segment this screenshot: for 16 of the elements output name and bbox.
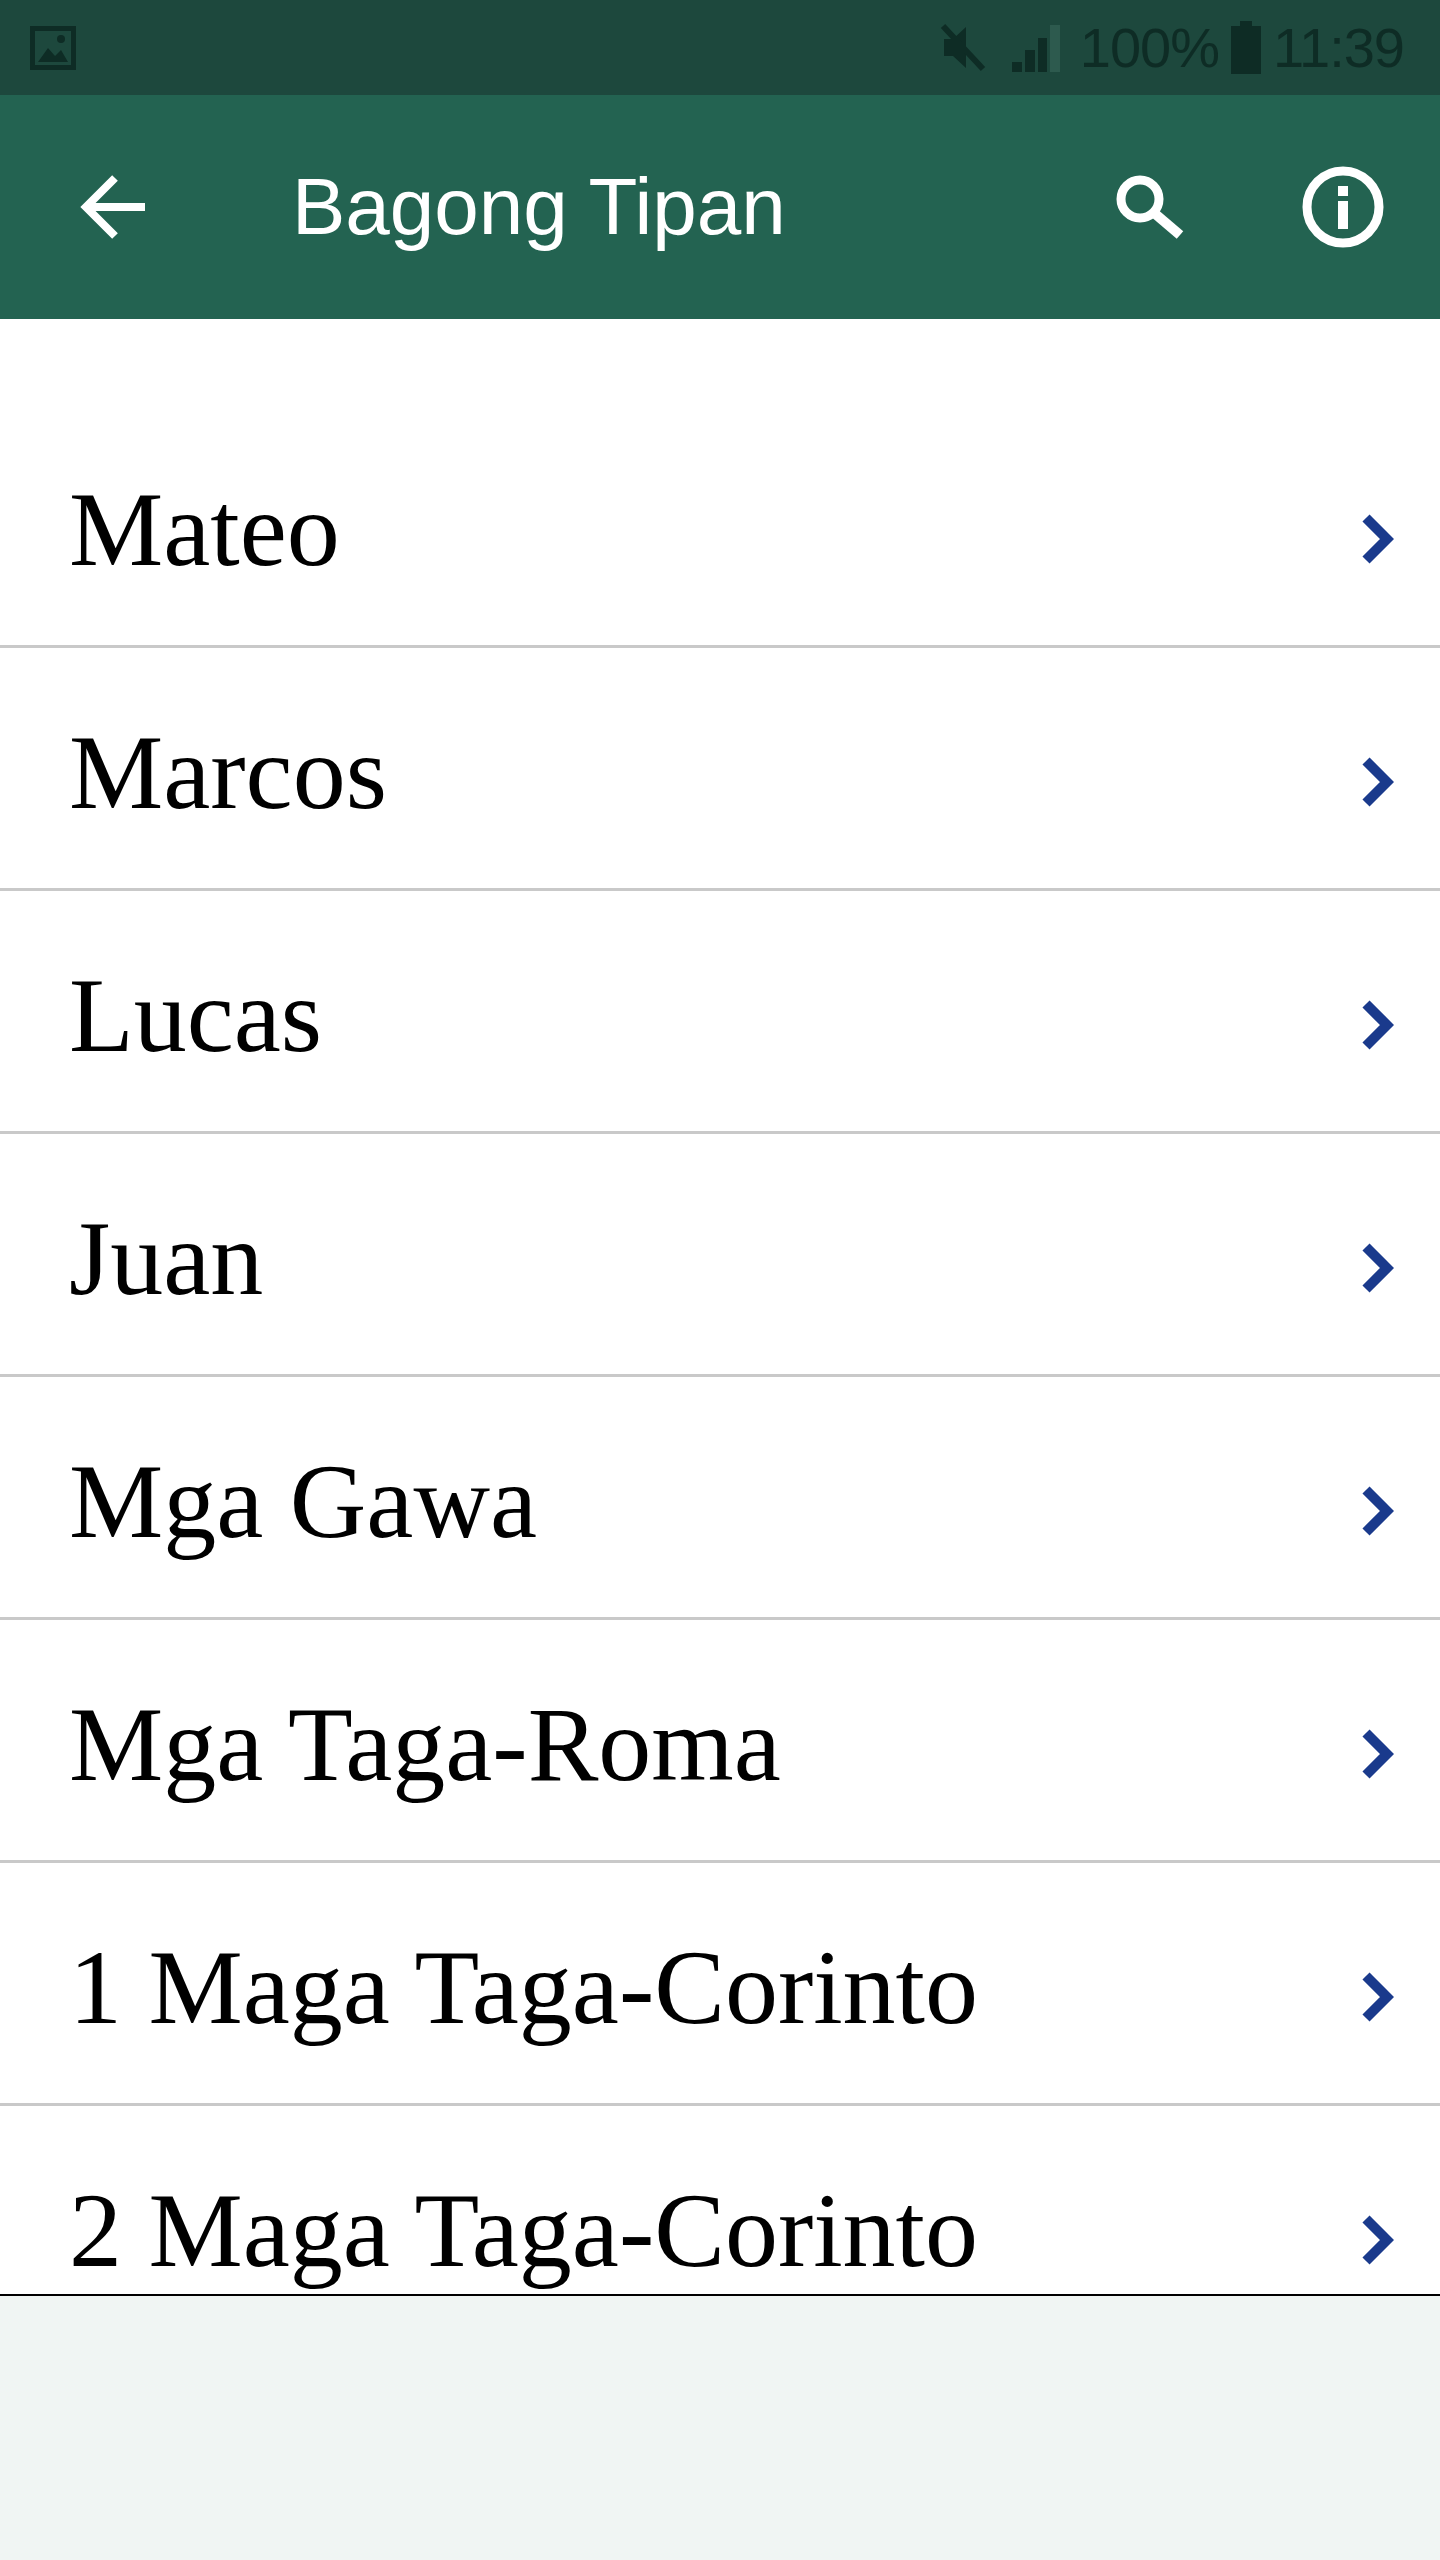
chevron-right-icon — [1362, 1000, 1394, 1050]
signal-icon — [1009, 23, 1060, 72]
search-icon[interactable] — [1116, 175, 1185, 239]
info-icon[interactable] — [1302, 166, 1384, 248]
chevron-right-icon — [1362, 514, 1394, 564]
back-arrow-icon[interactable] — [80, 174, 145, 240]
chevron-right-icon — [1362, 2215, 1394, 2265]
chevron-right-icon — [1362, 1972, 1394, 2022]
chevron-right-icon — [1362, 1243, 1394, 1293]
battery-icon — [1231, 21, 1261, 74]
image-icon — [30, 25, 76, 70]
chevron-right-icon — [1362, 757, 1394, 807]
muted-speaker-icon — [939, 23, 986, 72]
screen-title: Bagong Tipan — [292, 161, 786, 253]
chevron-right-icon — [1362, 1729, 1394, 1779]
chevron-right-icon — [1362, 1486, 1394, 1536]
